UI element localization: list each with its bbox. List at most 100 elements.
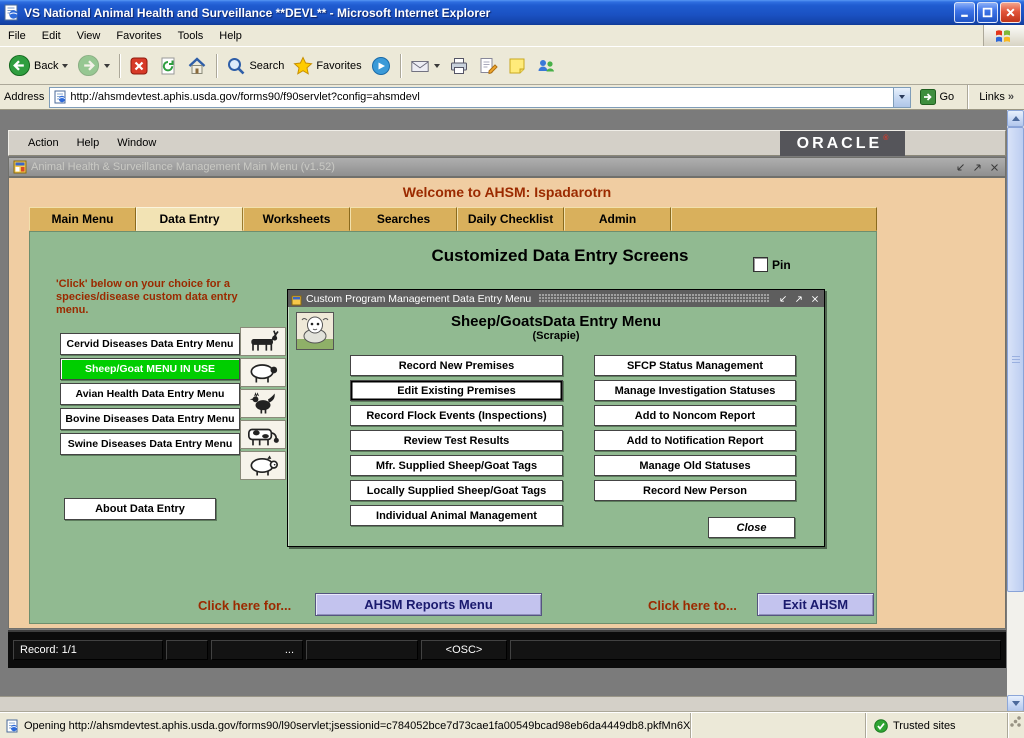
mdi-restore-button[interactable] [971,161,984,174]
scrollbar-thumb[interactable] [1007,127,1024,592]
mail-button[interactable] [406,53,444,79]
address-dropdown-button[interactable] [893,88,910,107]
bovine-menu-button[interactable]: Bovine Diseases Data Entry Menu [60,408,240,430]
sticky-note-icon [507,56,527,76]
home-button[interactable] [183,53,211,79]
tab-admin[interactable]: Admin [564,207,671,231]
back-button[interactable]: Back [4,51,72,80]
minimize-button[interactable] [954,2,975,23]
dialog-restore-button[interactable] [793,293,805,305]
menu-edit[interactable]: Edit [34,27,69,45]
applet-menu-action[interactable]: Action [19,133,68,153]
status-page-icon [5,719,19,733]
pin-checkbox[interactable] [753,257,768,272]
back-dropdown-arrow[interactable] [62,64,68,68]
applet-menu-window[interactable]: Window [108,133,165,153]
menu-favorites[interactable]: Favorites [108,27,169,45]
manage-investigation-statuses-button[interactable]: Manage Investigation Statuses [594,380,796,401]
forward-dropdown-arrow[interactable] [104,64,110,68]
tab-data-entry[interactable]: Data Entry [136,207,243,231]
exit-prompt-text: Click here to... [648,598,737,613]
address-bar: Address Go Links » [0,85,1024,110]
mdi-minimize-button[interactable] [954,161,967,174]
print-button[interactable] [445,53,473,79]
dialog-close-action-button[interactable]: Close [708,517,795,538]
status-main-section: Opening http://ahsmdevtest.aphis.usda.go… [0,713,690,738]
dialog-minimize-button[interactable] [777,293,789,305]
window-controls [954,2,1021,23]
add-to-notification-report-button[interactable]: Add to Notification Report [594,430,796,451]
edit-existing-premises-button[interactable]: Edit Existing Premises [350,380,563,401]
applet-menu-help[interactable]: Help [68,133,109,153]
dialog-title: Custom Program Management Data Entry Men… [306,293,531,305]
review-test-results-button[interactable]: Review Test Results [350,430,563,451]
links-button[interactable]: Links » [977,91,1020,103]
scroll-up-button[interactable] [1007,110,1024,127]
favorites-star-icon [293,56,313,76]
vertical-scrollbar[interactable] [1007,110,1024,712]
sheep-icon [240,358,286,387]
forward-icon [77,54,100,77]
form-status-bar: Record: 1/1 ... <OSC> [8,630,1006,668]
exit-ahsm-button[interactable]: Exit AHSM [757,593,874,616]
menu-view[interactable]: View [69,27,109,45]
locally-supplied-tags-button[interactable]: Locally Supplied Sheep/Goat Tags [350,480,563,501]
resize-grip[interactable] [1007,713,1024,738]
deer-icon [240,327,286,356]
toolbar-separator [400,54,401,78]
address-input[interactable] [70,89,889,106]
reports-prompt-text: Click here for... [198,598,291,613]
window-title: VS National Animal Health and Surveillan… [24,6,950,20]
pin-label: Pin [772,258,791,272]
menu-file[interactable]: File [0,27,34,45]
swine-menu-button[interactable]: Swine Diseases Data Entry Menu [60,433,240,455]
maximize-button[interactable] [977,2,998,23]
go-button[interactable]: Go [916,88,959,106]
page-icon [53,90,67,104]
record-new-premises-button[interactable]: Record New Premises [350,355,563,376]
oracle-logo-text: ORACLE [797,135,883,153]
mfr-supplied-tags-button[interactable]: Mfr. Supplied Sheep/Goat Tags [350,455,563,476]
record-flock-events-button[interactable]: Record Flock Events (Inspections) [350,405,563,426]
search-icon [226,56,246,76]
dialog-right-button-column: SFCP Status Management Manage Investigat… [594,355,796,501]
status-cell-empty [166,640,208,660]
stop-button[interactable] [125,53,153,79]
add-to-noncom-report-button[interactable]: Add to Noncom Report [594,405,796,426]
dialog-close-button[interactable] [809,293,821,305]
search-button[interactable]: Search [222,53,288,79]
avian-menu-button[interactable]: Avian Health Data Entry Menu [60,383,240,405]
media-button[interactable] [367,53,395,79]
sheep-goat-menu-button[interactable]: Sheep/Goat MENU IN USE [60,358,240,380]
tab-main-menu[interactable]: Main Menu [29,207,136,231]
about-data-entry-button[interactable]: About Data Entry [64,498,216,520]
tab-worksheets[interactable]: Worksheets [243,207,350,231]
edit-page-icon [478,56,498,76]
ahsm-reports-menu-button[interactable]: AHSM Reports Menu [315,593,542,616]
favorites-button[interactable]: Favorites [289,53,365,79]
dialog-title-bar[interactable]: Custom Program Management Data Entry Men… [288,290,824,307]
manage-old-statuses-button[interactable]: Manage Old Statuses [594,455,796,476]
address-input-wrapper [49,87,910,108]
refresh-button[interactable] [154,53,182,79]
tab-strip: Main Menu Data Entry Worksheets Searches… [29,207,877,231]
menu-tools[interactable]: Tools [170,27,212,45]
messenger-button[interactable] [532,53,560,79]
cervid-menu-button[interactable]: Cervid Diseases Data Entry Menu [60,333,240,355]
page-content: Action Help Window ORACLE ® Animal Healt… [0,110,1007,712]
notes-button[interactable] [503,53,531,79]
record-new-person-button[interactable]: Record New Person [594,480,796,501]
mdi-close-button[interactable] [988,161,1001,174]
scroll-down-button[interactable] [1007,695,1024,712]
tab-searches[interactable]: Searches [350,207,457,231]
record-indicator: Record: 1/1 [13,640,163,660]
close-button[interactable] [1000,2,1021,23]
individual-animal-management-button[interactable]: Individual Animal Management [350,505,563,526]
menu-help[interactable]: Help [211,27,250,45]
tab-daily-checklist[interactable]: Daily Checklist [457,207,564,231]
sfcp-status-management-button[interactable]: SFCP Status Management [594,355,796,376]
edit-button[interactable] [474,53,502,79]
address-label: Address [4,91,44,103]
mail-dropdown-arrow[interactable] [434,64,440,68]
forward-button[interactable] [73,51,114,80]
